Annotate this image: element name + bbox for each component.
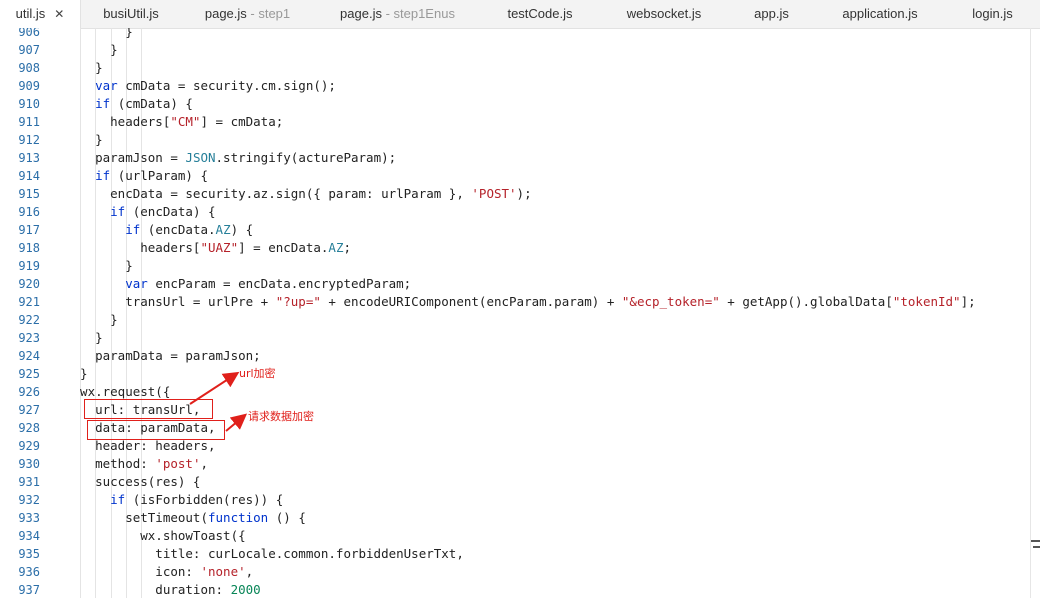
- data-arrow: [225, 413, 248, 432]
- url-arrow: [189, 371, 240, 405]
- annotation-arrows: [189, 371, 248, 432]
